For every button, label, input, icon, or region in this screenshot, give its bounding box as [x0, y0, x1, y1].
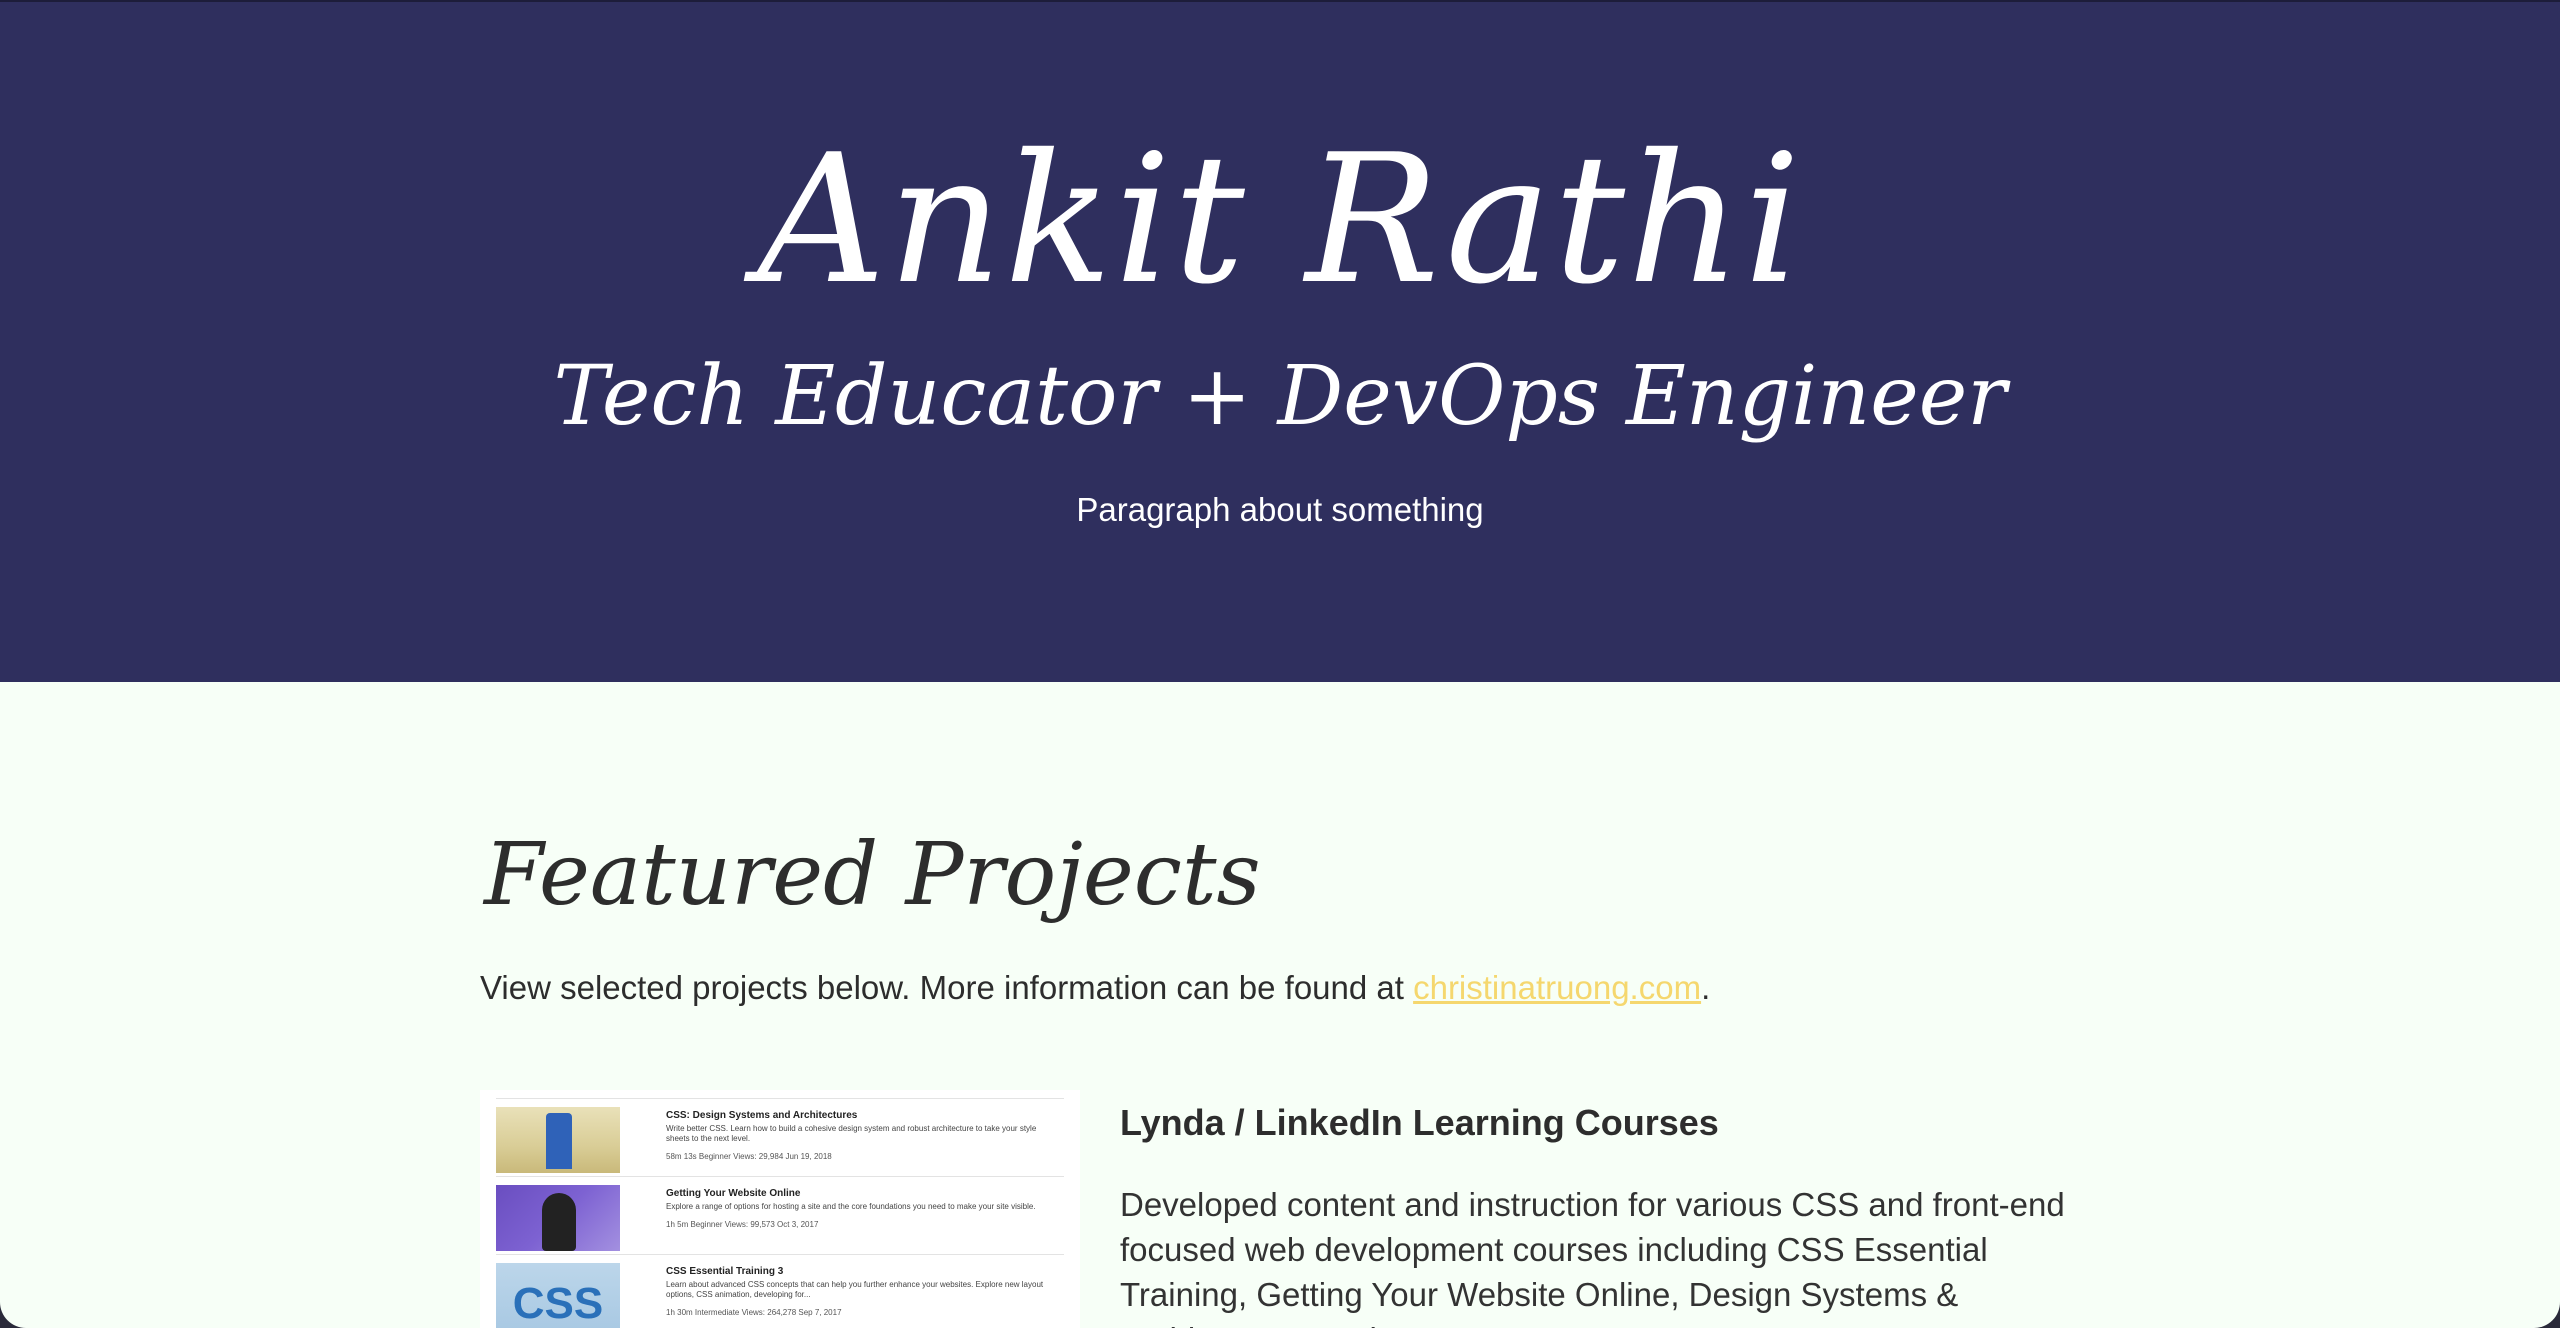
course-text: CSS: Design Systems and Architectures Wr… — [666, 1109, 1056, 1170]
section-title: Featured Projects — [484, 825, 1261, 925]
project-card: CSS: Design Systems and Architectures Wr… — [480, 1090, 2080, 1328]
intro-link[interactable]: christinatruong.com — [1413, 969, 1701, 1006]
course-meta: 58m 13s Beginner Views: 29,984 Jun 19, 2… — [666, 1152, 832, 1161]
course-text: Getting Your Website Online Explore a ra… — [666, 1187, 1056, 1238]
css-logo-icon: CSS — [512, 1279, 604, 1328]
thumb-course-row: Getting Your Website Online Explore a ra… — [496, 1176, 1064, 1251]
course-meta: 1h 30m Intermediate Views: 264,278 Sep 7… — [666, 1308, 842, 1317]
intro-text: View selected projects below. More infor… — [480, 969, 1414, 1006]
course-meta: 1h 5m Beginner Views: 99,573 Oct 3, 2017 — [666, 1220, 819, 1229]
project-title: Lynda / LinkedIn Learning Courses — [1120, 1102, 1719, 1143]
course-description: Explore a range of options for hosting a… — [666, 1202, 1036, 1211]
course-image — [496, 1185, 620, 1251]
section-intro: View selected projects below. More infor… — [480, 966, 1710, 1010]
course-title: CSS Essential Training 3 — [666, 1266, 784, 1277]
thumb-course-row: CSS CSS Essential Training 3 Learn about… — [496, 1254, 1064, 1328]
hero-header: Ankit Rathi Tech Educator + DevOps Engin… — [0, 0, 2560, 682]
portfolio-page: Ankit Rathi Tech Educator + DevOps Engin… — [0, 0, 2560, 1328]
course-title: Getting Your Website Online — [666, 1188, 801, 1199]
thumb-course-row: CSS: Design Systems and Architectures Wr… — [496, 1098, 1064, 1173]
project-description: Developed content and instruction for va… — [1120, 1186, 2065, 1328]
project-thumbnail[interactable]: CSS: Design Systems and Architectures Wr… — [480, 1090, 1080, 1328]
course-image: CSS — [496, 1263, 620, 1328]
hero-name: Ankit Rathi — [757, 116, 1803, 323]
course-title: CSS: Design Systems and Architectures — [666, 1110, 858, 1121]
course-image — [496, 1107, 620, 1173]
hero-paragraph: Paragraph about something — [1076, 491, 1484, 528]
door-figure-icon — [546, 1113, 572, 1169]
intro-end: . — [1701, 969, 1711, 1006]
course-description: Learn about advanced CSS concepts that c… — [666, 1280, 1044, 1299]
instructor-portrait-icon — [542, 1193, 576, 1251]
course-description: Write better CSS. Learn how to build a c… — [666, 1124, 1037, 1143]
hero-subtitle: Tech Educator + DevOps Engineer — [553, 349, 2007, 444]
course-text: CSS Essential Training 3 Learn about adv… — [666, 1265, 1056, 1326]
